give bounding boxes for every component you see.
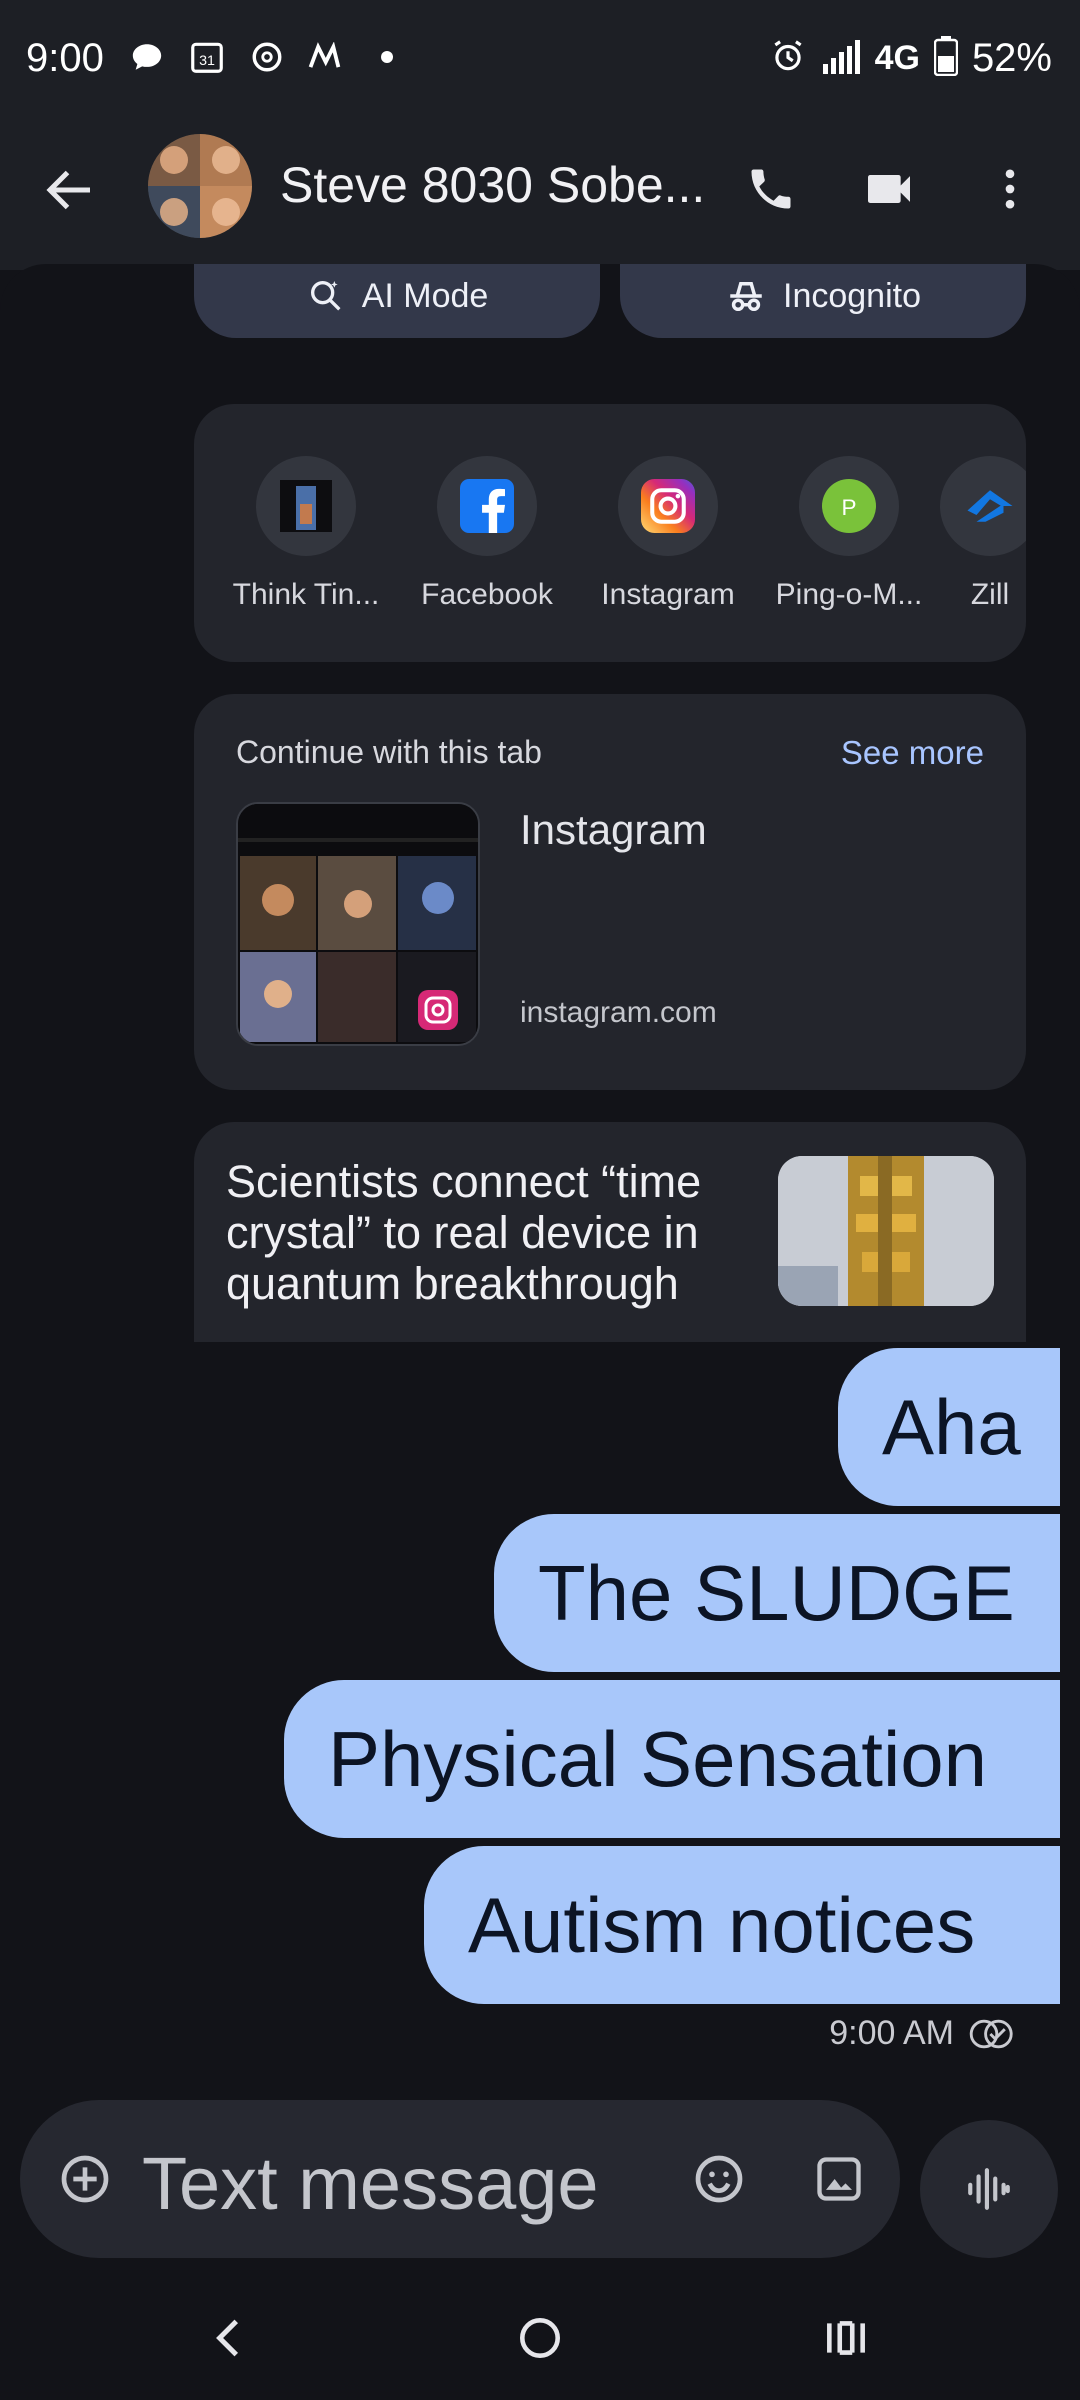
instagram-icon [618,456,718,556]
incognito-label: Incognito [783,276,921,315]
call-button[interactable] [736,154,806,224]
message-input[interactable] [140,2140,704,2227]
network-type: 4G [874,39,920,77]
shortcut-label: Ping-o-M... [775,578,923,611]
delivered-icon [969,2019,1013,2048]
tab-site-name: Instagram [520,806,707,853]
zillow-icon [940,456,1026,556]
emoji-button[interactable] [684,2144,754,2214]
shortcuts-card: Think Tin... Facebook Instagram P Ping-o… [194,404,1026,662]
message-bubble[interactable]: The SLUDGE [494,1514,1060,1672]
voice-waveform-icon [968,2168,1010,2210]
ai-mode-label: AI Mode [361,276,489,315]
shortcut-label: Facebook [421,578,553,611]
conversation-area[interactable]: AI Mode Incognito Think Tin... Facebook … [0,264,1080,2094]
status-time: 9:00 [26,36,104,80]
shortcut-label: Think Tin... [232,578,380,611]
threads-icon [248,38,286,76]
message-composer [20,2100,900,2258]
shortcut-zillow[interactable]: Zill [940,456,1026,612]
voice-message-button[interactable] [920,2120,1058,2258]
more-options-button[interactable] [975,154,1045,224]
tab-thumbnail [236,802,480,1046]
alarm-icon [769,37,807,80]
continue-tab-card[interactable]: Continue with this tab See more Instagra… [194,694,1026,1090]
message-bubble[interactable]: Autism notices [424,1846,1060,2004]
image-icon [817,2157,861,2201]
conversation-header: Steve 8030 Sobe... [0,120,1080,270]
emoji-icon [695,2155,743,2203]
news-thumbnail [778,1156,994,1306]
back-button[interactable] [40,160,100,220]
home-circle-icon [520,2318,560,2358]
shortcut-instagram[interactable]: Instagram [578,456,758,612]
status-right: 4G 52% [769,36,1052,81]
back-arrow-icon [46,170,90,210]
status-notification-icons: 31 [128,38,406,76]
chat-bubble-icon [128,38,166,76]
chevron-left-icon [216,2319,239,2357]
news-headline: Scientists connect “time crystal” to rea… [226,1156,702,1309]
nav-recents-button[interactable] [806,2298,886,2378]
ping-letter: P [841,495,856,520]
see-more-link[interactable]: See more [841,734,984,772]
battery-percent: 52% [971,36,1052,80]
medium-icon [308,38,346,76]
more-notifications-dot-icon [368,38,406,76]
gallery-button[interactable] [804,2144,874,2214]
more-vert-icon [1005,169,1015,209]
video-icon [868,175,910,203]
incognito-button[interactable]: Incognito [620,264,1026,338]
ai-search-icon [310,281,341,311]
avatar[interactable] [148,134,252,238]
status-bar: 9:00 31 4G 52% [0,0,1080,120]
calendar-icon: 31 [188,38,226,76]
message-timestamp: 9:00 AM [829,2014,1016,2053]
shortcut-facebook[interactable]: Facebook [397,456,577,612]
shortcut-label: Zill [970,578,1010,611]
nav-back-button[interactable] [190,2298,270,2378]
ai-mode-button[interactable]: AI Mode [194,264,600,338]
add-attachment-button[interactable] [50,2144,120,2214]
battery-icon [933,36,959,81]
shortcut-think-tank[interactable]: Think Tin... [216,456,396,612]
tab-site-url: instagram.com [520,996,717,1029]
phone-icon [751,169,791,209]
continue-tab-title: Continue with this tab [236,734,542,770]
shortcut-ping[interactable]: P Ping-o-M... [759,456,939,612]
shortcut-label: Instagram [601,578,735,611]
add-circle-icon [61,2155,109,2203]
recents-icon [827,2321,865,2355]
timestamp-text: 9:00 AM [829,2014,954,2052]
incognito-icon [730,282,762,312]
system-nav-bar [0,2270,1080,2400]
video-call-button[interactable] [854,154,924,224]
facebook-icon [437,456,537,556]
message-bubble[interactable]: Physical Sensation [284,1680,1060,1838]
think-tank-icon [256,456,356,556]
signal-icon [821,38,861,79]
calendar-day: 31 [199,53,215,69]
ping-icon: P [799,456,899,556]
news-card[interactable]: Scientists connect “time crystal” to rea… [194,1122,1026,1342]
contact-name[interactable]: Steve 8030 Sobe... [280,156,705,214]
message-bubble[interactable]: Aha [838,1348,1060,1506]
nav-home-button[interactable] [500,2298,580,2378]
